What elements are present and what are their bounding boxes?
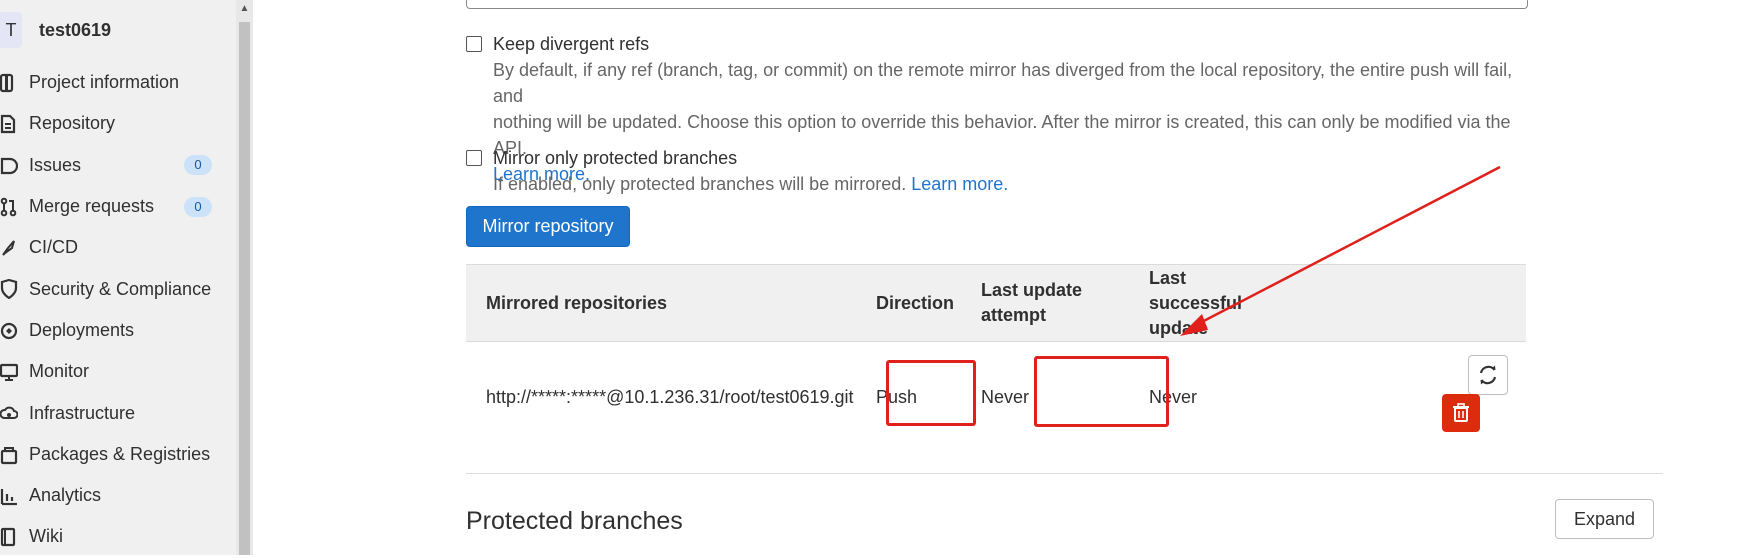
sidebar-item-label: CI/CD	[29, 237, 78, 258]
header-last-successful-update: Last successful update	[1129, 264, 1366, 342]
sidebar-item-ci-cd[interactable]: CI/CD	[0, 227, 236, 268]
book-icon	[0, 528, 16, 547]
help-line-1: By default, if any ref (branch, tag, or …	[493, 60, 1513, 106]
section-divider	[466, 473, 1663, 474]
sidebar-item-security[interactable]: Security & Compliance	[0, 268, 236, 309]
merge-request-icon	[0, 197, 17, 217]
issues-count-badge: 0	[184, 155, 212, 176]
header-last-successful-update-text: Last successful update	[1149, 267, 1243, 338]
remove-mirror-button[interactable]	[1442, 394, 1480, 432]
mirror-url-input[interactable]	[466, 0, 1528, 9]
chart-icon	[0, 488, 17, 506]
keep-divergent-refs-checkbox[interactable]	[466, 36, 482, 52]
sidebar-item-label: Monitor	[29, 361, 90, 382]
sidebar-item-label: Analytics	[29, 485, 102, 506]
project-header[interactable]: T test0619	[0, 12, 236, 48]
sidebar-item-project-information[interactable]: Project information	[0, 62, 236, 103]
mirrored-repositories-table: Mirrored repositories Direction Last upd…	[466, 264, 1526, 452]
sync-icon	[1479, 365, 1497, 385]
sidebar-item-label: Wiki	[29, 526, 63, 547]
mirror-url: http://*****:*****@10.1.236.31/root/test…	[486, 386, 854, 407]
sidebar-item-label: Merge requests	[29, 196, 155, 217]
annotation-highlight-box	[1034, 356, 1169, 427]
sidebar-item-infrastructure[interactable]: Infrastructure	[0, 392, 236, 433]
protected-branches-title: Protected branches	[466, 507, 683, 535]
mirror-repository-button[interactable]: Mirror repository	[466, 206, 630, 247]
merge-requests-count-badge: 0	[184, 196, 212, 217]
project-avatar[interactable]: T	[0, 12, 22, 48]
sidebar-item-label: Issues	[29, 154, 82, 175]
main-content: Keep divergent refs By default, if any r…	[253, 0, 1743, 555]
header-direction: Direction	[856, 264, 961, 342]
mirror-protected-help-text: If enabled, only protected branches will…	[493, 174, 907, 194]
trash-icon	[1453, 403, 1469, 422]
header-last-update-attempt: Last update attempt	[961, 264, 1129, 342]
update-now-button[interactable]	[1468, 355, 1508, 395]
sidebar-item-merge-requests[interactable]: Merge requests 0	[0, 186, 236, 227]
sidebar-item-label: Infrastructure	[29, 402, 136, 423]
table-row: http://*****:*****@10.1.236.31/root/test…	[466, 342, 1526, 453]
scrollbar-thumb[interactable]	[239, 22, 250, 555]
sidebar-item-packages[interactable]: Packages & Registries	[0, 434, 236, 475]
monitor-icon	[0, 363, 18, 382]
header-last-update-attempt-text: Last update attempt	[981, 280, 1083, 325]
sidebar-scrollbar[interactable]: ▲	[236, 0, 253, 555]
issues-icon	[0, 157, 18, 174]
mirror-protected-label[interactable]: Mirror only protected branches	[493, 148, 737, 169]
sidebar-nav: Project information Repository Issues 0 …	[0, 62, 236, 558]
annotation-highlight-box	[886, 360, 976, 426]
shield-icon	[0, 279, 18, 300]
project-name[interactable]: test0619	[39, 20, 111, 41]
header-mirrored-repositories: Mirrored repositories	[466, 264, 856, 342]
sidebar-item-analytics[interactable]: Analytics	[0, 475, 236, 516]
project-info-icon	[0, 73, 14, 93]
header-actions	[1366, 264, 1526, 342]
keep-divergent-refs-label[interactable]: Keep divergent refs	[493, 34, 649, 55]
deployments-icon	[0, 322, 18, 339]
learn-more-link[interactable]: Learn more.	[911, 174, 1008, 194]
table-header-row: Mirrored repositories Direction Last upd…	[466, 264, 1526, 342]
sidebar-item-label: Repository	[29, 113, 116, 134]
sidebar-item-label: Security & Compliance	[29, 278, 212, 299]
sidebar-item-repository[interactable]: Repository	[0, 103, 236, 144]
sidebar-item-issues[interactable]: Issues 0	[0, 145, 236, 186]
cloud-icon	[0, 406, 18, 420]
sidebar-item-label: Deployments	[29, 319, 135, 340]
document-icon	[0, 115, 16, 134]
rocket-icon	[2, 240, 15, 256]
sidebar-item-monitor[interactable]: Monitor	[0, 351, 236, 392]
package-icon	[0, 446, 18, 464]
expand-button[interactable]: Expand	[1555, 499, 1654, 539]
scroll-up-arrow-icon[interactable]: ▲	[239, 0, 250, 18]
sidebar-item-deployments[interactable]: Deployments	[0, 310, 236, 351]
sidebar-item-label: Project information	[29, 72, 180, 93]
sidebar-item-wiki[interactable]: Wiki	[0, 516, 236, 557]
sidebar-item-label: Packages & Registries	[29, 443, 211, 464]
mirror-protected-help: If enabled, only protected branches will…	[493, 171, 1533, 197]
sidebar: T test0619 Project information Repositor…	[0, 0, 236, 555]
mirror-protected-checkbox[interactable]	[466, 150, 482, 166]
